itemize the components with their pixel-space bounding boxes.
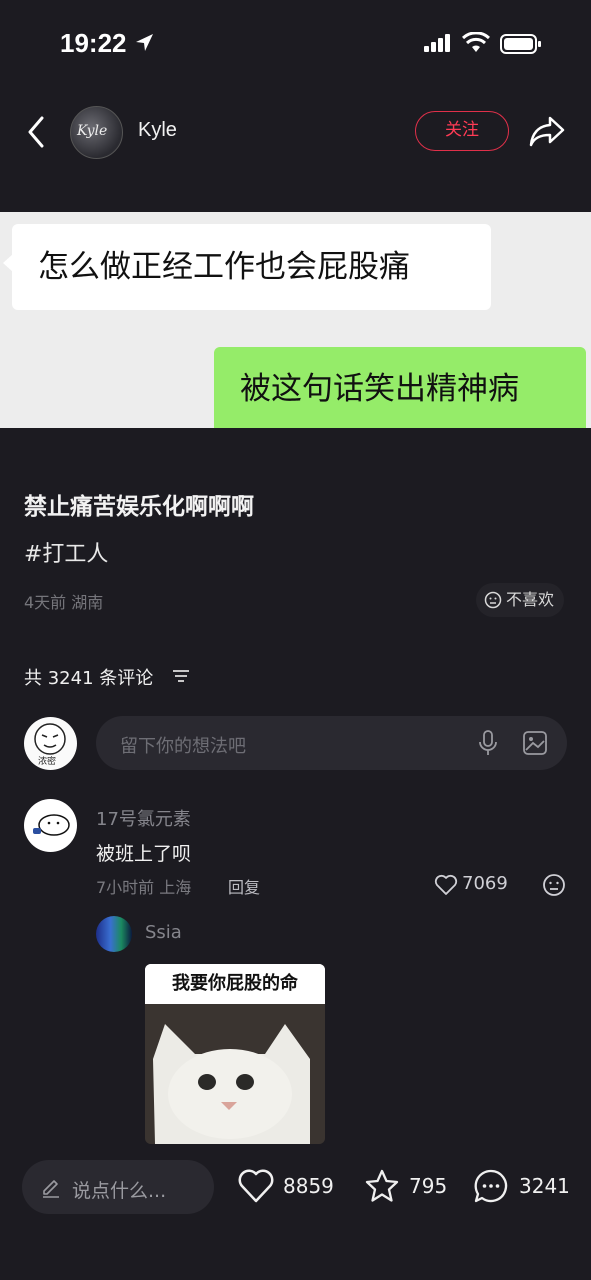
unhappy-face-icon [484,591,502,609]
star-icon [365,1169,399,1202]
comment-unhappy-face-icon[interactable] [542,873,566,897]
microphone-icon[interactable] [478,729,498,757]
comment-button[interactable]: 3241 [472,1164,570,1208]
replier-avatar[interactable] [96,916,132,952]
say-something-input[interactable]: 说点什么... [22,1160,214,1214]
follow-button[interactable]: 关注 [415,111,509,151]
comment-input-placeholder: 留下你的想法吧 [120,736,246,757]
sort-icon[interactable] [172,668,190,684]
share-icon[interactable] [528,114,566,148]
cellular-signal-icon [424,34,450,52]
comment-like-count: 7069 [462,873,508,894]
post-title: 禁止痛苦娱乐化啊啊啊 [24,494,254,520]
favorite-count: 795 [409,1174,448,1198]
like-count: 8859 [283,1174,334,1198]
comment-count-bottom: 3241 [519,1174,570,1198]
image-icon[interactable] [522,730,548,756]
author-avatar[interactable]: Kyle [70,106,123,159]
say-something-placeholder: 说点什么... [72,1180,167,1202]
battery-icon [500,34,541,54]
avatar-tag-text: 浓密 [38,757,57,767]
not-interested-label: 不喜欢 [506,590,555,609]
location-arrow-icon [136,34,153,51]
commenter-name[interactable]: 17号氯元素 [96,805,191,831]
comment-input[interactable]: 留下你的想法吧 [96,716,567,770]
reply-sticker-image[interactable]: 我要你屁股的命 我要你屁股的命 [145,964,325,1144]
comment-text: 被班上了呗 [96,843,192,865]
post-hashtag[interactable]: #打工人 [24,536,108,568]
post-image[interactable]: 怎么做正经工作也会屁股痛 被这句话笑出精神病 [0,212,591,428]
bottom-action-bar: 说点什么... 8859 795 3241 [0,1146,591,1280]
heart-icon [434,874,458,895]
cartoon-animal-icon [33,814,70,836]
sticker-caption-overlay: 我要你屁股的命 [145,964,325,1004]
post-meta: 4天前 湖南 [24,593,104,612]
my-avatar: 浓密 [24,717,77,770]
status-bar: 19:22 [0,0,591,90]
comment-like-button[interactable]: 7069 [434,873,508,895]
comment-meta: 7小时前 上海 [96,878,192,897]
replier-name[interactable]: Ssia [145,922,182,943]
post-header: Kyle Kyle 关注 [0,100,591,164]
pencil-icon [43,1180,59,1198]
comment-count: 共 3241 条评论 [24,668,154,689]
not-interested-button[interactable]: 不喜欢 [476,583,564,617]
chat-bubble-left: 怎么做正经工作也会屁股痛 [3,224,491,310]
status-time: 19:22 [60,28,127,58]
author-name[interactable]: Kyle [138,119,177,142]
back-arrow-icon[interactable] [24,114,50,150]
wifi-icon [462,32,490,52]
favorite-button[interactable]: 795 [363,1164,447,1208]
reply-button[interactable]: 回复 [228,874,260,898]
commenter-avatar[interactable] [24,799,77,852]
comment-bubble-icon [474,1169,508,1203]
like-button[interactable]: 8859 [237,1164,334,1208]
heart-icon [238,1169,274,1203]
chat-bubble-right: 被这句话笑出精神病 [214,347,586,428]
